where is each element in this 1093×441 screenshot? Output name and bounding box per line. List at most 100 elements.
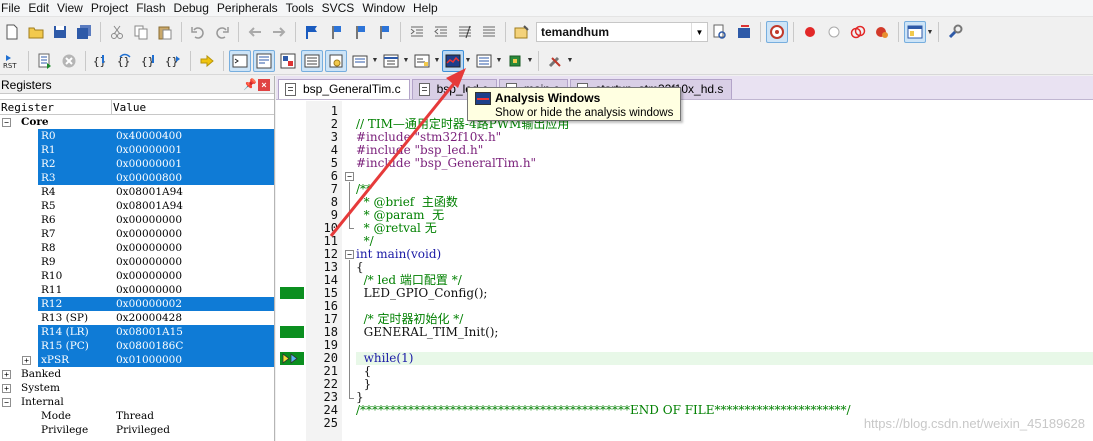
chevron-down-icon[interactable]: ▼ (433, 50, 441, 72)
chevron-down-icon[interactable]: ▼ (691, 23, 707, 41)
save-all-button[interactable] (73, 21, 95, 43)
debug-session-button[interactable] (766, 21, 788, 43)
redo-button[interactable] (211, 21, 233, 43)
kill-all-breakpoints-button[interactable] (871, 21, 893, 43)
register-value[interactable]: 0x20000428 (116, 311, 274, 325)
reset-cpu-button[interactable]: RST (1, 50, 23, 72)
code-line[interactable]: GENERAL_TIM_Init(); (356, 326, 1093, 339)
register-row[interactable]: xPSR 0x01000000 + (0, 353, 274, 367)
chevron-down-icon[interactable]: ▼ (371, 50, 379, 72)
find-in-files-button[interactable] (511, 21, 533, 43)
menu-svcs[interactable]: SVCS (322, 1, 363, 16)
nav-forward-button[interactable] (268, 21, 290, 43)
code-line[interactable]: #include "bsp_GeneralTim.h" (356, 157, 1093, 170)
internal-row[interactable]: Privilege Privileged (0, 423, 274, 437)
register-value[interactable]: 0x08001A94 (116, 199, 274, 213)
call-stack-window-button[interactable] (325, 49, 347, 72)
stop-button[interactable] (58, 50, 80, 72)
register-row[interactable]: R15 (PC) 0x0800186C (0, 339, 274, 353)
tree-node-core[interactable]: − Core (0, 115, 274, 129)
chevron-down-icon[interactable]: ▼ (464, 50, 472, 72)
register-row[interactable]: R7 0x00000000 (0, 227, 274, 241)
code-line[interactable]: { (356, 261, 1093, 274)
collapse-icon[interactable]: − (2, 118, 11, 127)
command-window-button[interactable] (229, 49, 251, 72)
code-line[interactable]: int main(void) (356, 248, 1093, 261)
menu-project[interactable]: Project (91, 1, 136, 16)
pin-icon[interactable]: 📌 (242, 78, 258, 91)
code-line[interactable] (356, 339, 1093, 352)
symbols-window-button[interactable] (277, 50, 299, 72)
trace-windows-button[interactable] (473, 50, 495, 72)
tree-node-internal[interactable]: − Internal (0, 395, 274, 409)
menu-debug[interactable]: Debug (174, 1, 217, 16)
expand-icon[interactable]: + (22, 356, 31, 365)
expand-icon[interactable]: + (2, 384, 11, 393)
cut-button[interactable] (106, 21, 128, 43)
menu-window[interactable]: Window (362, 1, 413, 16)
disassembly-window-button[interactable] (253, 49, 275, 72)
fold-toggle-icon[interactable]: − (345, 172, 354, 181)
code-line[interactable]: * @retval 无 (356, 222, 1093, 235)
memory-windows-button[interactable] (380, 50, 402, 72)
copy-button[interactable] (130, 21, 152, 43)
code-line[interactable]: while(1) (356, 352, 1093, 365)
code-line[interactable]: */ (356, 235, 1093, 248)
run-button[interactable] (34, 50, 56, 72)
run-to-cursor-button[interactable]: {} (163, 50, 185, 72)
step-out-button[interactable]: {} (139, 50, 161, 72)
registers-window-button[interactable] (301, 49, 323, 72)
register-row[interactable]: R2 0x00000001 (0, 157, 274, 171)
window-layout-button[interactable] (904, 21, 926, 43)
indent-button[interactable] (406, 21, 428, 43)
register-row[interactable]: R9 0x00000000 (0, 255, 274, 269)
step-over-button[interactable]: {} (115, 50, 137, 72)
register-value[interactable]: 0x0800186C (116, 339, 274, 353)
save-button[interactable] (49, 21, 71, 43)
register-row[interactable]: R5 0x08001A94 (0, 199, 274, 213)
register-value[interactable]: 0x00000001 (116, 143, 274, 157)
unindent-button[interactable] (430, 21, 452, 43)
paste-button[interactable] (154, 21, 176, 43)
chevron-down-icon[interactable]: ▼ (926, 21, 934, 43)
register-value[interactable]: 0x00000000 (116, 241, 274, 255)
next-bookmark-button[interactable] (349, 21, 371, 43)
internal-row[interactable]: Mode Thread (0, 409, 274, 423)
register-value[interactable]: 0x00000000 (116, 255, 274, 269)
register-row[interactable]: R0 0x40000400 (0, 129, 274, 143)
open-file-button[interactable] (25, 21, 47, 43)
register-value[interactable]: 0x00000000 (116, 227, 274, 241)
find-combo[interactable]: temandhum ▼ (536, 22, 708, 42)
expand-icon[interactable]: + (2, 370, 11, 379)
serial-windows-button[interactable] (411, 50, 433, 72)
register-row[interactable]: R6 0x00000000 (0, 213, 274, 227)
comment-button[interactable] (454, 21, 476, 43)
register-value[interactable]: 0x00000001 (116, 157, 274, 171)
show-next-statement-button[interactable] (196, 50, 218, 72)
code-line[interactable] (356, 170, 1093, 183)
nav-back-button[interactable] (244, 21, 266, 43)
register-row[interactable]: R11 0x00000000 (0, 283, 274, 297)
tree-node-banked[interactable]: + Banked (0, 367, 274, 381)
disable-breakpoint-button[interactable] (823, 21, 845, 43)
register-value[interactable]: 0x40000400 (116, 129, 274, 143)
register-row[interactable]: R4 0x08001A94 (0, 185, 274, 199)
bookmark-button[interactable] (301, 21, 323, 43)
code-line[interactable]: /** (356, 183, 1093, 196)
register-row[interactable]: R10 0x00000000 (0, 269, 274, 283)
register-row[interactable]: R3 0x00000800 (0, 171, 274, 185)
menu-tools[interactable]: Tools (286, 1, 322, 16)
column-header-register[interactable]: Register (0, 100, 112, 114)
register-row[interactable]: R8 0x00000000 (0, 241, 274, 255)
code-area[interactable]: // TIM—通用定时器-4路PWM输出应用 #include "stm32f10… (356, 101, 1093, 441)
chevron-down-icon[interactable]: ▼ (566, 50, 574, 72)
register-value[interactable]: 0x08001A94 (116, 185, 274, 199)
tab-bsp-generaltim-c[interactable]: bsp_GeneralTim.c (278, 79, 410, 99)
code-line[interactable]: } (356, 378, 1093, 391)
code-line[interactable]: * @param 无 (356, 209, 1093, 222)
menu-view[interactable]: View (57, 1, 91, 16)
watch-windows-button[interactable] (349, 50, 371, 72)
new-file-button[interactable] (1, 21, 23, 43)
breakpoint-margin[interactable] (276, 101, 306, 441)
uncomment-button[interactable] (478, 21, 500, 43)
